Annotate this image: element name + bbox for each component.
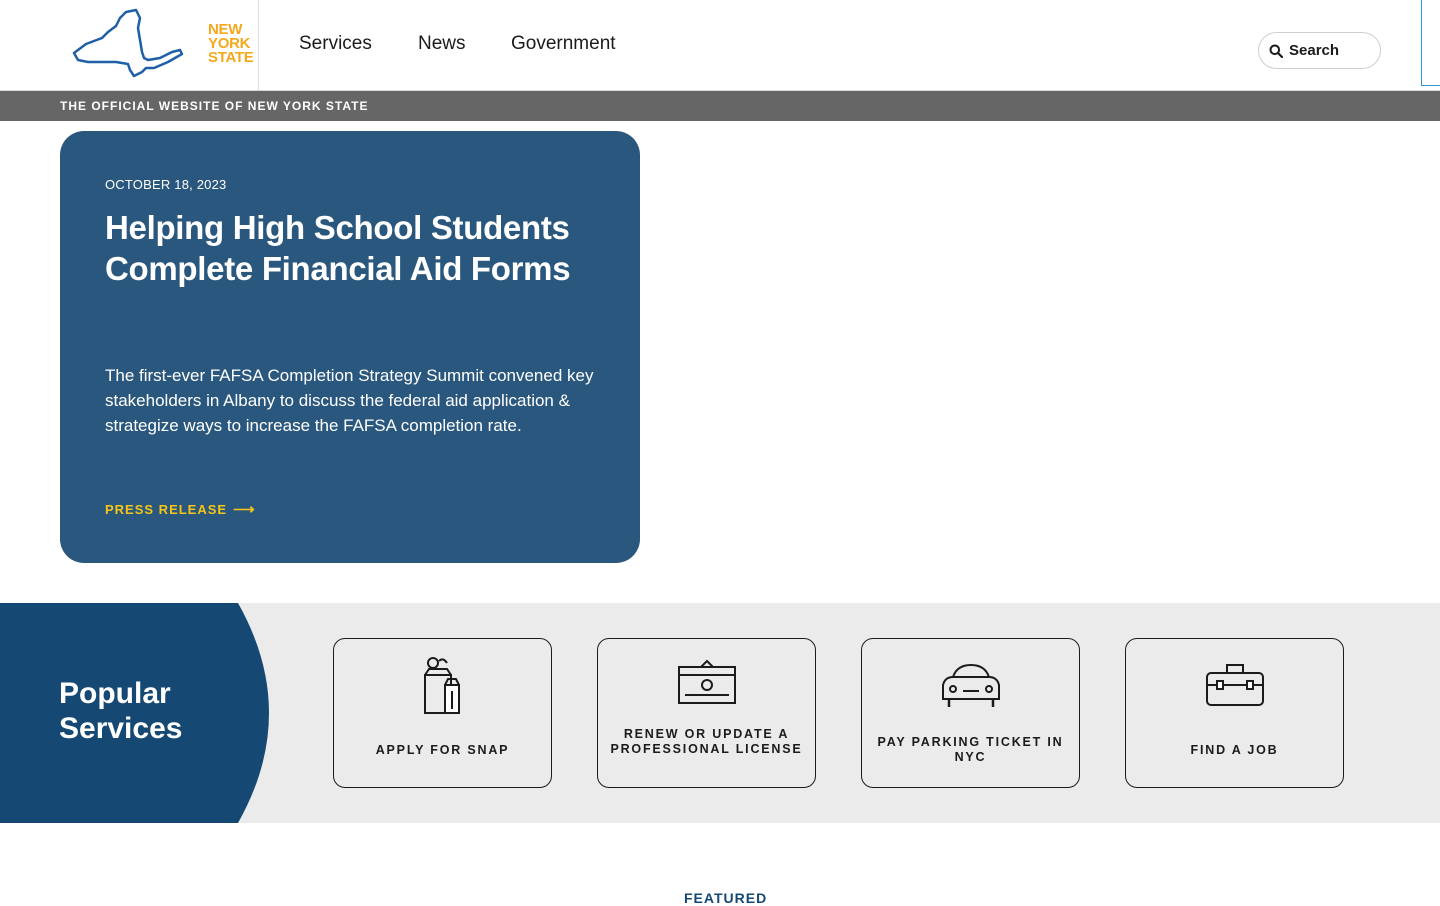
featured-heading: FEATURED — [684, 890, 768, 906]
service-label-pay-parking: PAY PARKING TICKET IN NYC — [877, 735, 1064, 764]
grocery-bag-icon — [423, 657, 460, 714]
logo-word-state: STATE — [208, 49, 254, 66]
hero-card: OCTOBER 18, 2023 Helping High School Stu… — [60, 131, 640, 563]
new-york-state-map-icon — [72, 8, 184, 78]
header-divider — [258, 0, 259, 91]
search-icon — [1269, 44, 1283, 58]
hero-date: OCTOBER 18, 2023 — [105, 177, 227, 192]
hero-body: The first-ever FAFSA Completion Strategy… — [105, 366, 594, 435]
service-card-apply-snap[interactable]: APPLY FOR SNAP — [333, 638, 552, 788]
hero-title[interactable]: Helping High School Students Complete Fi… — [105, 207, 605, 289]
service-label-apply-snap: APPLY FOR SNAP — [375, 743, 510, 757]
briefcase-icon — [1205, 664, 1264, 706]
service-card-professional-license[interactable]: RENEW OR UPDATE A PROFESSIONAL LICENSE — [597, 638, 816, 788]
search-label: Search — [1289, 42, 1340, 59]
popular-services-section: Popular Services APPLY FOR SNAP RENEW OR… — [0, 603, 1440, 823]
side-panel-tab[interactable] — [1421, 0, 1440, 86]
certificate-icon — [677, 659, 736, 704]
logo-wordmark: NEW YORK STATE — [208, 22, 254, 66]
nav-government[interactable]: Government — [511, 33, 616, 55]
car-icon — [941, 663, 1000, 707]
popular-title-line1: Popular — [59, 677, 171, 710]
official-website-text: THE OFFICIAL WEBSITE OF NEW YORK STATE — [60, 99, 369, 113]
nys-logo[interactable]: NEW YORK STATE — [72, 8, 254, 78]
popular-title-line2: Services — [59, 712, 183, 745]
site-header: NEW YORK STATE Services News Government … — [0, 0, 1440, 91]
nav-news[interactable]: News — [418, 33, 466, 55]
nav-services[interactable]: Services — [299, 33, 372, 55]
service-card-pay-parking[interactable]: PAY PARKING TICKET IN NYC — [861, 638, 1080, 788]
arrow-right-icon: ⟶ — [233, 501, 256, 518]
service-card-find-job[interactable]: FIND A JOB — [1125, 638, 1344, 788]
press-release-label: PRESS RELEASE — [105, 501, 228, 517]
service-label-find-job: FIND A JOB — [1190, 743, 1279, 757]
service-label-professional-license: RENEW OR UPDATE A PROFESSIONAL LICENSE — [610, 727, 803, 756]
official-website-bar: THE OFFICIAL WEBSITE OF NEW YORK STATE — [0, 91, 1440, 121]
search-button[interactable]: Search — [1258, 32, 1381, 69]
press-release-link[interactable]: PRESS RELEASE ⟶ — [105, 500, 256, 518]
popular-services-title: Popular Services — [59, 676, 182, 746]
